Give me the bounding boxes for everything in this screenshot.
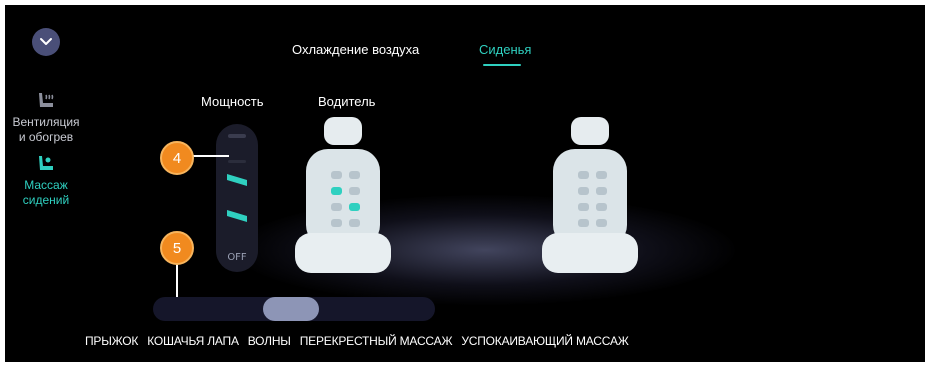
massage-mode-list: ПРЫЖОК КОШАЧЬЯ ЛАПА ВОЛНЫ ПЕРЕКРЕСТНЫЙ М… [85, 334, 629, 348]
callout-leaders [176, 155, 229, 301]
mode-cross-massage[interactable]: ПЕРЕКРЕСТНЫЙ МАССАЖ [300, 334, 453, 348]
mode-waves[interactable]: ВОЛНЫ [248, 334, 291, 348]
mode-cat-paw[interactable]: КОШАЧЬЯ ЛАПА [147, 334, 239, 348]
callout-4: 4 [160, 141, 194, 175]
callout-5: 5 [160, 231, 194, 265]
mode-relaxing-massage[interactable]: УСПОКАИВАЮЩИЙ МАССАЖ [461, 334, 629, 348]
massage-mode-track[interactable] [153, 297, 435, 321]
seat-massage-screen: Охлаждение воздуха Сиденья Вентиляция и … [5, 5, 925, 362]
massage-mode-thumb[interactable] [263, 297, 319, 321]
mode-jump[interactable]: ПРЫЖОК [85, 334, 138, 348]
